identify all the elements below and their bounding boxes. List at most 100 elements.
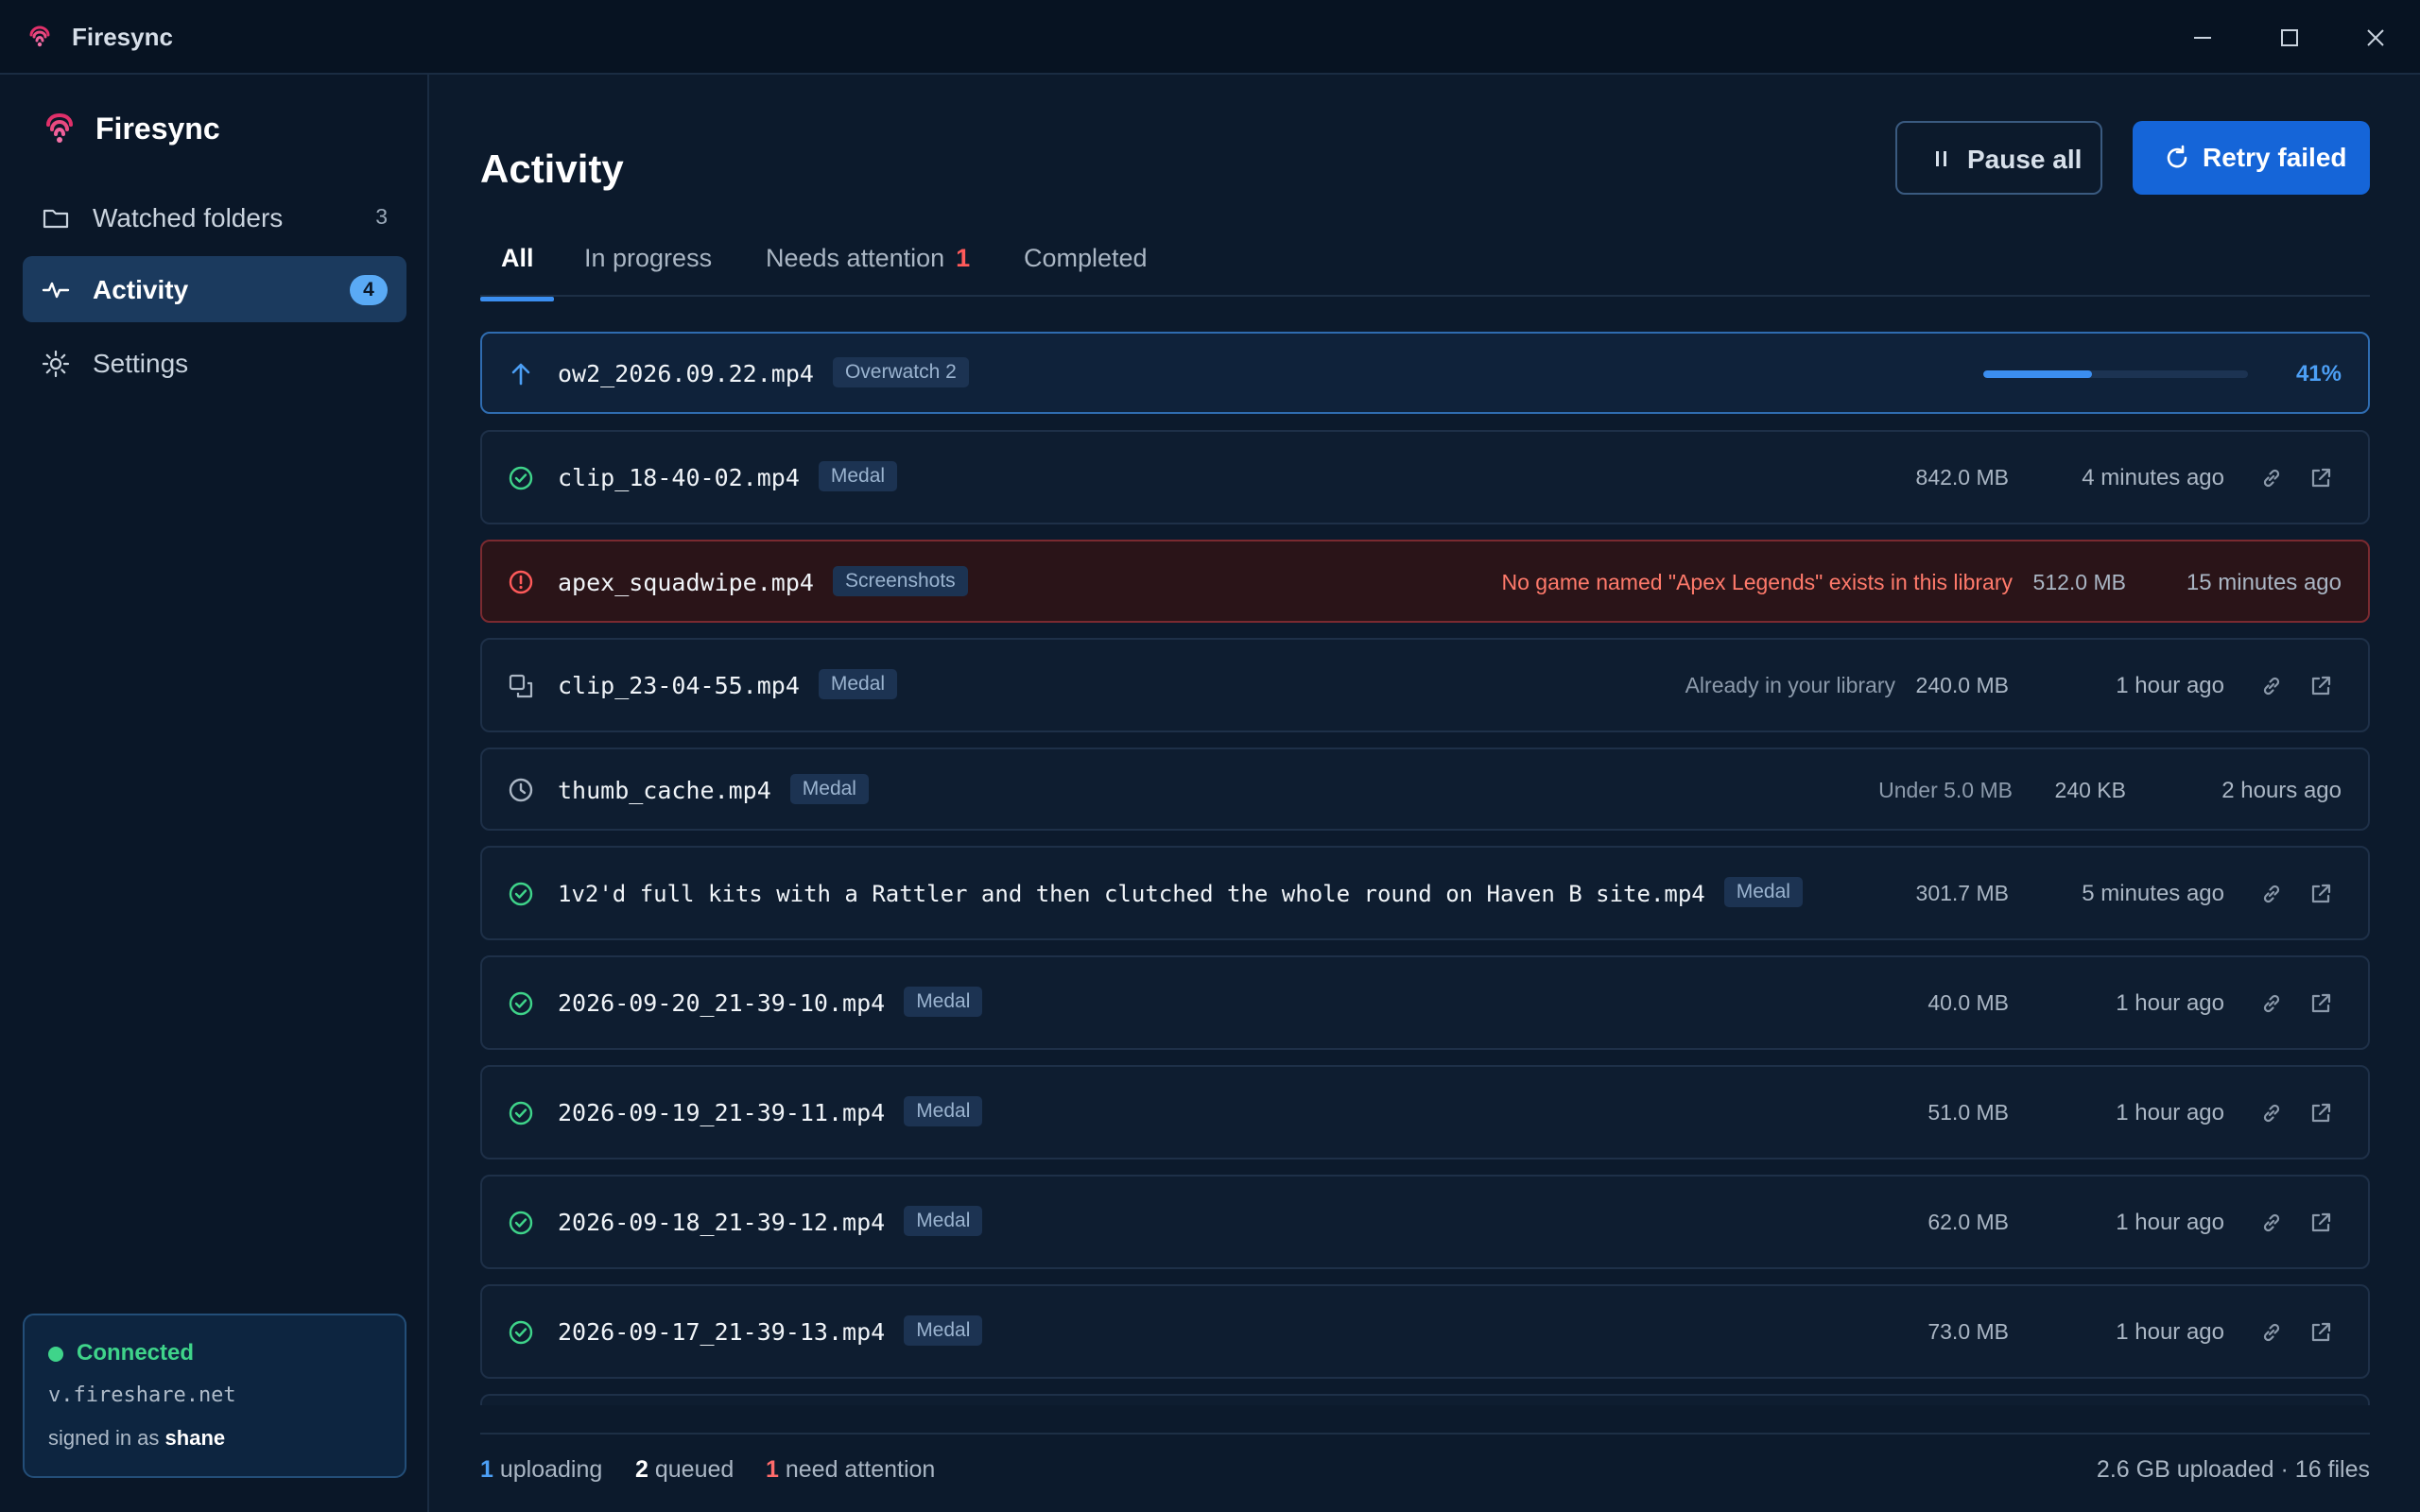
firesync-logo-icon [29, 26, 50, 47]
sidebar-item-count: 3 [375, 204, 388, 229]
check-circle-icon [509, 466, 533, 490]
check-circle-icon [509, 1211, 533, 1235]
settings-sun-icon [42, 350, 70, 378]
file-name: apex_squadwipe.mp4 Screenshots [558, 566, 968, 599]
copy-link-icon[interactable] [2258, 465, 2285, 491]
upload-time: 1 hour ago [2116, 1100, 2224, 1125]
activity-row[interactable]: ow2_2026.09.22.mp4 Overwatch 2 41% [480, 332, 2370, 414]
signed-in-user: signed in as shane [48, 1426, 226, 1450]
activity-pulse-icon [42, 282, 70, 299]
folder-tag: Medal [1723, 877, 1803, 907]
sidebar-item-label: Activity [93, 275, 189, 304]
pause-icon [1936, 151, 1946, 166]
tab-in-progress[interactable]: In progress [584, 244, 712, 297]
sidebar-item-label: Settings [93, 349, 189, 378]
sidebar-item-activity[interactable]: Activity 4 [23, 256, 406, 322]
retry-failed-label: Retry failed [2203, 143, 2347, 172]
file-name: thumb_cache.mp4 Medal [558, 774, 869, 807]
check-circle-icon [509, 1320, 533, 1345]
folder-tag: Medal [904, 1315, 983, 1346]
needs-attention-count: 1 [956, 244, 971, 272]
file-size: 240 KB [2054, 778, 2126, 802]
status-note: Already in your library [1685, 673, 1895, 697]
file-size: 301.7 MB [1915, 881, 2009, 905]
folder-tag: Screenshots [832, 566, 968, 596]
close-button[interactable] [2357, 19, 2394, 57]
maximize-icon [2281, 29, 2298, 46]
open-external-icon[interactable] [2308, 881, 2334, 907]
queued-stat: 2 queued [635, 1456, 735, 1483]
open-external-icon[interactable] [2308, 1100, 2334, 1126]
activity-tabs: All In progress Needs attention 1 Complet… [480, 236, 2370, 301]
error-alert-icon [509, 570, 533, 594]
tab-all[interactable]: All [480, 244, 554, 301]
sidebar-item-settings[interactable]: Settings [23, 330, 406, 396]
upload-time: 2 hours ago [2221, 778, 2342, 803]
folder-tag: Medal [818, 669, 898, 699]
upload-time: 1 hour ago [2116, 1210, 2224, 1235]
upload-progress-bar [1983, 370, 2248, 378]
copy-link-icon[interactable] [2258, 1210, 2285, 1236]
connection-status: Connected [77, 1340, 195, 1366]
file-name: 2026-09-19_21-39-11.mp4 Medal [558, 1096, 983, 1129]
copy-link-icon[interactable] [2258, 990, 2285, 1017]
folder-tag: Medal [818, 461, 898, 491]
minimize-button[interactable] [2184, 19, 2221, 57]
activity-row[interactable]: 2026-09-19_21-39-11.mp4 Medal 51.0 MB 1 h… [480, 1065, 2370, 1160]
upload-progress-fill [1983, 370, 2092, 378]
file-name: 2026-09-18_21-39-12.mp4 Medal [558, 1206, 983, 1239]
maximize-button[interactable] [2271, 19, 2308, 57]
status-note: Under 5.0 MB [1878, 778, 2013, 802]
tab-needs-attention[interactable]: Needs attention 1 [766, 244, 970, 297]
activity-row[interactable]: 2026-09-17_21-39-13.mp4 Medal 73.0 MB 1 h… [480, 1284, 2370, 1379]
open-external-icon[interactable] [2308, 1210, 2334, 1236]
tab-completed[interactable]: Completed [1024, 244, 1148, 297]
activity-row[interactable]: 2026-09-18_21-39-12.mp4 Medal 62.0 MB 1 h… [480, 1175, 2370, 1269]
retry-failed-button[interactable]: Retry failed [2133, 121, 2370, 195]
activity-row[interactable]: 2026-09-20_21-39-10.mp4 Medal 40.0 MB 1 h… [480, 955, 2370, 1050]
upload-arrow-icon [511, 363, 530, 386]
page-title: Activity [480, 146, 624, 191]
copy-link-icon[interactable] [2258, 673, 2285, 699]
file-size: 62.0 MB [1927, 1210, 2009, 1234]
activity-row[interactable]: clip_23-04-55.mp4 Medal Already in your l… [480, 638, 2370, 732]
check-circle-icon [509, 882, 533, 906]
open-external-icon[interactable] [2308, 1319, 2334, 1346]
window-title: Firesync [72, 23, 173, 51]
activity-row-partial [480, 1394, 2370, 1405]
activity-row[interactable]: clip_18-40-02.mp4 Medal 842.0 MB 4 minute… [480, 430, 2370, 524]
firesync-logo-icon [46, 112, 73, 143]
minimize-icon [2194, 37, 2211, 39]
open-external-icon[interactable] [2308, 465, 2334, 491]
folder-tag: Medal [904, 987, 983, 1017]
file-size: 240.0 MB [1915, 673, 2009, 697]
upload-percent: 41% [2295, 361, 2342, 387]
activity-count-badge: 4 [350, 275, 388, 305]
copy-link-icon[interactable] [2258, 1319, 2285, 1346]
pause-all-button[interactable]: Pause all [1895, 121, 2102, 195]
sidebar-item-watched-folders[interactable]: Watched folders 3 [23, 184, 406, 250]
open-external-icon[interactable] [2308, 673, 2334, 699]
upload-time: 4 minutes ago [2082, 465, 2224, 490]
activity-row[interactable]: apex_squadwipe.mp4 Screenshots No game na… [480, 540, 2370, 623]
clock-icon [509, 778, 533, 802]
file-name: 2026-09-20_21-39-10.mp4 Medal [558, 987, 983, 1020]
file-size: 51.0 MB [1927, 1100, 2009, 1125]
file-size: 512.0 MB [2032, 570, 2126, 594]
upload-summary: 2.6 GB uploaded · 16 files [2096, 1456, 2370, 1483]
sidebar-brand: Firesync [95, 112, 220, 146]
refresh-icon [2167, 145, 2187, 168]
copy-link-icon[interactable] [2258, 881, 2285, 907]
upload-time: 1 hour ago [2116, 1319, 2224, 1345]
open-external-icon[interactable] [2308, 990, 2334, 1017]
activity-row[interactable]: thumb_cache.mp4 Medal Under 5.0 MB 240 KB… [480, 747, 2370, 831]
file-name: clip_23-04-55.mp4 Medal [558, 669, 898, 702]
copy-link-icon[interactable] [2258, 1100, 2285, 1126]
activity-row[interactable]: 1v2'd full kits with a Rattler and then … [480, 846, 2370, 940]
close-icon [2367, 29, 2384, 46]
uploading-stat: 1 uploading [480, 1456, 603, 1483]
file-name: 1v2'd full kits with a Rattler and then … [558, 877, 1803, 910]
pause-all-label: Pause all [1967, 145, 2083, 174]
file-name: 2026-09-17_21-39-13.mp4 Medal [558, 1315, 983, 1349]
folder-tag: Medal [789, 774, 869, 804]
